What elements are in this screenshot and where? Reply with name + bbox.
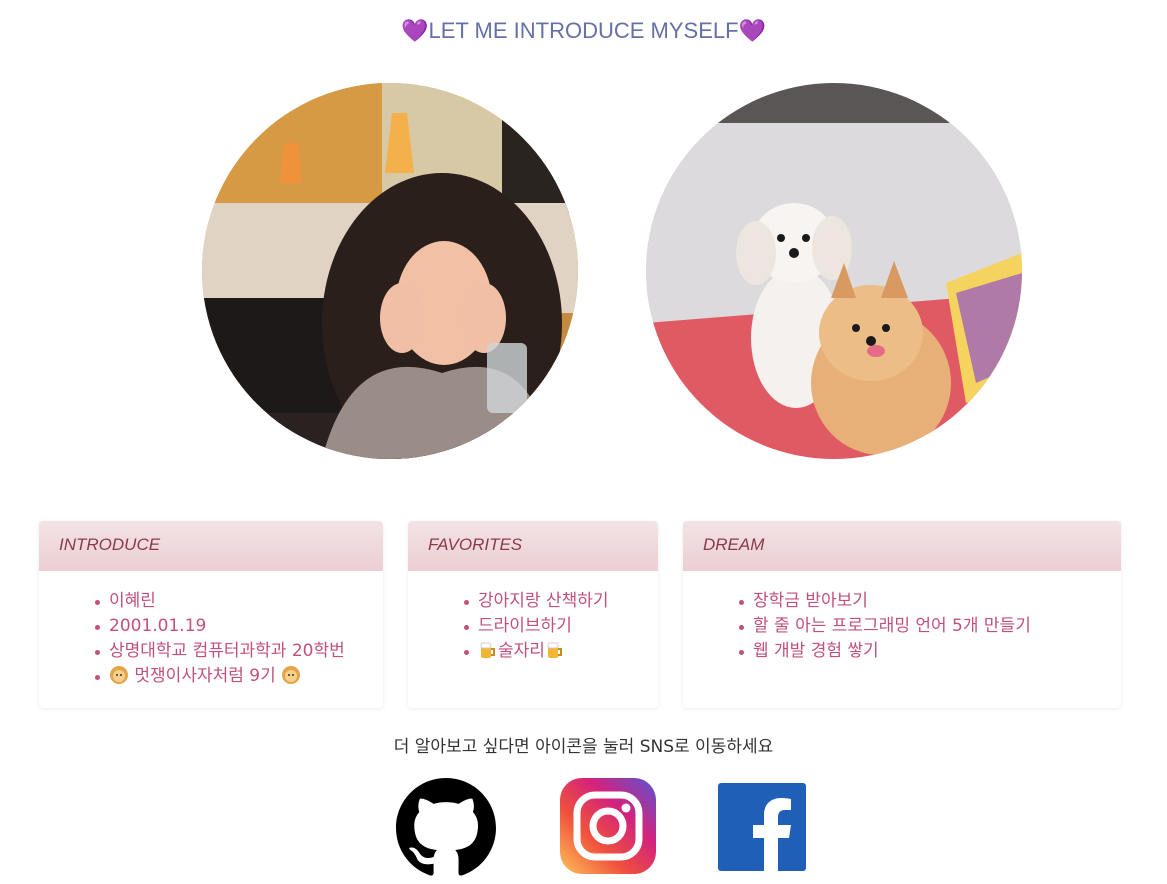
facebook-icon[interactable] <box>718 783 806 871</box>
beer-icon <box>545 640 565 660</box>
list-item: 장학금 받아보기 <box>739 589 1121 614</box>
introduce-card: INTRODUCE 이혜린 2001.01.19 상명대학교 컴퓨터과학과 20… <box>39 521 383 708</box>
favorites-list: 강아지랑 산책하기 드라이브하기 술자리 <box>464 589 658 664</box>
list-item: 이혜린 <box>95 589 383 614</box>
list-item: 멋쟁이사자처럼 9기 <box>95 664 383 689</box>
introduce-card-title: INTRODUCE <box>39 521 383 571</box>
list-item: 강아지랑 산책하기 <box>464 589 658 614</box>
list-item: 할 줄 아는 프로그래밍 언어 5개 만들기 <box>739 614 1121 639</box>
instagram-icon[interactable] <box>560 778 656 874</box>
list-item: 술자리 <box>464 639 658 664</box>
list-item: 드라이브하기 <box>464 614 658 639</box>
beer-icon <box>478 640 498 660</box>
introduce-list: 이혜린 2001.01.19 상명대학교 컴퓨터과학과 20학번 멋쟁이사자처럼… <box>95 589 383 689</box>
favorites-card-title: FAVORITES <box>408 521 658 571</box>
list-item: 웹 개발 경험 쌓기 <box>739 639 1121 664</box>
lion-icon <box>281 665 301 685</box>
page-title: 💜LET ME INTRODUCE MYSELF💜 <box>401 18 766 43</box>
favorites-card: FAVORITES 강아지랑 산책하기 드라이브하기 술자리 <box>408 521 658 708</box>
github-icon[interactable] <box>395 778 497 878</box>
dogs-photo <box>646 83 1022 459</box>
dream-list: 장학금 받아보기 할 줄 아는 프로그래밍 언어 5개 만들기 웹 개발 경험 … <box>739 589 1121 664</box>
lion-icon <box>109 665 129 685</box>
list-item: 2001.01.19 <box>95 614 383 639</box>
sns-prompt: 더 알아보고 싶다면 아이콘을 눌러 SNS로 이동하세요 <box>393 737 774 757</box>
profile-photo <box>202 83 578 459</box>
dream-card: DREAM 장학금 받아보기 할 줄 아는 프로그래밍 언어 5개 만들기 웹 … <box>683 521 1121 708</box>
list-item: 상명대학교 컴퓨터과학과 20학번 <box>95 639 383 664</box>
dream-card-title: DREAM <box>683 521 1121 571</box>
